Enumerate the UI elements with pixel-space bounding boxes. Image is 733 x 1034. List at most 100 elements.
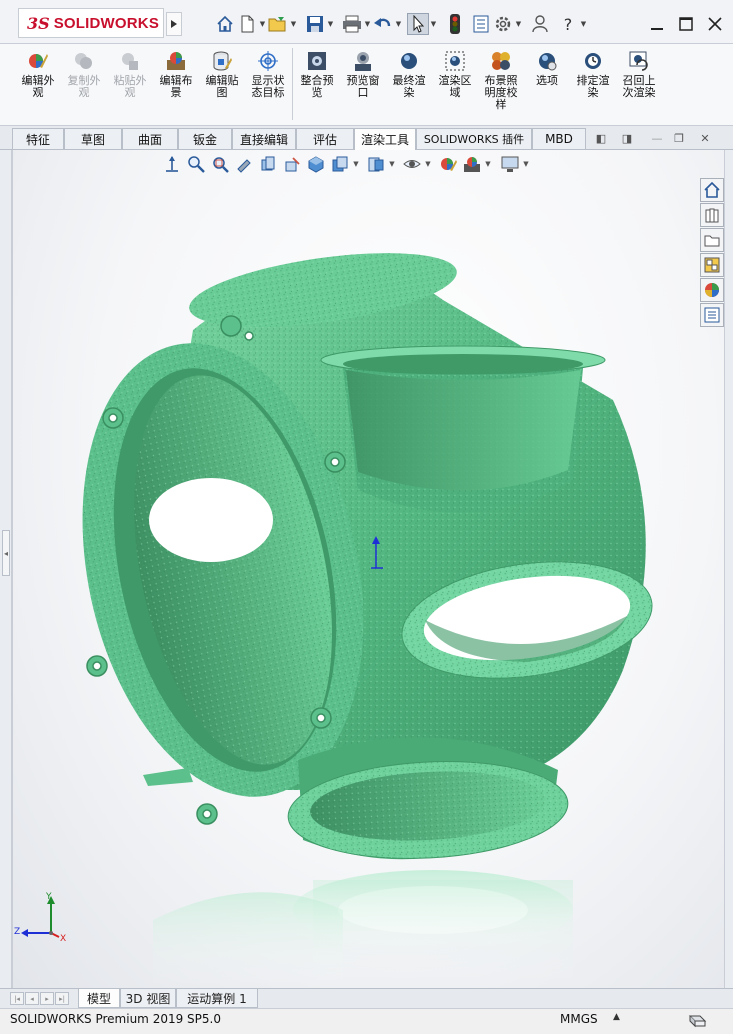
first-tab-icon[interactable]: |◂ [10, 992, 24, 1005]
open-file-icon[interactable] [267, 13, 289, 35]
integrated-preview-button[interactable]: 整合预 览 [295, 50, 339, 99]
zoom-to-fit-icon[interactable] [184, 153, 208, 175]
display-style-dropdown-icon[interactable]: ▼ [352, 160, 360, 168]
view-settings-dropdown-icon[interactable]: ▼ [522, 160, 530, 168]
select-pointer-icon[interactable] [407, 13, 429, 35]
design-library-icon[interactable] [700, 203, 724, 227]
tab-sheet-metal[interactable]: 钣金 [178, 128, 232, 149]
options-button[interactable]: 选项 [525, 50, 569, 87]
viewport-minimize-icon[interactable]: — [648, 130, 666, 146]
command-manager: 编辑外 观 复制外 观 粘贴外 观 编辑布 景 编辑贴 图 显示状 态目标 整合… [0, 44, 733, 126]
command-label: 编辑贴 图 [205, 74, 239, 99]
save-dropdown-icon[interactable]: ▼ [326, 13, 335, 35]
tab-mbd[interactable]: MBD [532, 128, 586, 149]
edit-appearance-button[interactable]: 编辑外 观 [16, 50, 60, 99]
viewport-close-icon[interactable]: ✕ [696, 130, 714, 146]
undo-icon[interactable] [372, 13, 394, 35]
display-state-target-button[interactable]: 显示状 态目标 [246, 50, 290, 99]
open-dropdown-icon[interactable]: ▼ [289, 13, 298, 35]
paste-appearance-icon [122, 53, 138, 70]
prev-tab-icon[interactable]: ◂ [25, 992, 39, 1005]
quick-access-toolbar: ▼ ▼ ▼ ▼ ▼ ▼ ▼ ? ▼ [214, 12, 588, 36]
help-dropdown-icon[interactable]: ▼ [579, 13, 588, 35]
new-document-icon[interactable] [236, 13, 258, 35]
command-label: 渲染区 域 [438, 74, 472, 99]
close-icon[interactable] [702, 12, 728, 36]
tab-direct-editing[interactable]: 直接编辑 [232, 128, 296, 149]
scene-illumination-proof-button[interactable]: 布景照 明度校 样 [479, 50, 523, 111]
zoom-to-area-icon[interactable] [208, 153, 232, 175]
final-render-button[interactable]: 最终渲 染 [387, 50, 431, 99]
schedule-render-button[interactable]: 排定渲 染 [571, 50, 615, 99]
unit-system-dropdown-icon[interactable]: ▲ [613, 1012, 620, 1022]
pipe-fitting-model[interactable] [13, 150, 725, 988]
previous-view-icon[interactable] [232, 153, 256, 175]
select-dropdown-icon[interactable]: ▼ [429, 13, 438, 35]
tab-scroll-left-icon[interactable]: ◧ [592, 130, 610, 146]
new-dropdown-icon[interactable]: ▼ [258, 13, 267, 35]
edit-scene-button[interactable]: 编辑布 景 [154, 50, 198, 99]
appearances-scenes-icon[interactable] [700, 278, 724, 302]
view-orientation-cube-icon[interactable] [304, 153, 328, 175]
graphics-area[interactable]: Y Z X [12, 150, 725, 988]
tab-solidworks-addins[interactable]: SOLIDWORKS 插件 [416, 128, 532, 149]
view-settings-icon[interactable] [498, 153, 522, 175]
hide-show-items-icon[interactable] [364, 153, 388, 175]
tab-sketch[interactable]: 草图 [64, 128, 122, 149]
render-region-button[interactable]: 渲染区 域 [433, 50, 477, 99]
hide-show-dropdown-icon[interactable]: ▼ [388, 160, 396, 168]
viewport-restore-icon[interactable]: ❐ [670, 130, 688, 146]
options-icon [539, 53, 557, 71]
copy-appearance-button[interactable]: 复制外 观 [62, 50, 106, 99]
view-palette-icon[interactable] [700, 253, 724, 277]
help-icon[interactable]: ? [557, 13, 579, 35]
expand-menu-arrow-icon[interactable] [166, 12, 182, 36]
rebuild-traffic-light-icon[interactable] [444, 13, 466, 35]
apply-scene-dropdown-icon[interactable]: ▼ [484, 160, 492, 168]
view-eye-dropdown-icon[interactable]: ▼ [424, 160, 432, 168]
home-icon[interactable] [214, 13, 236, 35]
tab-surfaces[interactable]: 曲面 [122, 128, 178, 149]
unit-system[interactable]: MMGS [560, 1012, 598, 1026]
display-style-icon[interactable] [328, 153, 352, 175]
apply-scene-icon[interactable] [460, 153, 484, 175]
edit-decal-button[interactable]: 编辑贴 图 [200, 50, 244, 99]
save-icon[interactable] [304, 13, 326, 35]
print-dropdown-icon[interactable]: ▼ [363, 13, 372, 35]
view-orientation-icon[interactable] [160, 153, 184, 175]
solidworks-logo[interactable]: 3S SOLIDWORKS [18, 8, 164, 38]
solidworks-resources-icon[interactable] [700, 178, 724, 202]
maximize-icon[interactable] [673, 12, 699, 36]
edit-appearance-icon [29, 54, 48, 68]
dynamic-annotation-icon[interactable] [280, 153, 304, 175]
file-explorer-icon[interactable] [700, 228, 724, 252]
custom-properties-icon[interactable] [700, 303, 724, 327]
title-bar: 3S SOLIDWORKS ▼ ▼ ▼ ▼ ▼ ▼ ▼ ? ▼ [0, 0, 733, 44]
options-dropdown-icon[interactable]: ▼ [514, 13, 523, 35]
tab-evaluate[interactable]: 评估 [296, 128, 354, 149]
tab-scroll-right-icon[interactable]: ◨ [618, 130, 636, 146]
undo-dropdown-icon[interactable]: ▼ [394, 13, 403, 35]
tab-render-tools[interactable]: 渲染工具 [354, 128, 416, 150]
print-icon[interactable] [341, 13, 363, 35]
tab-features[interactable]: 特征 [12, 128, 64, 149]
tab-motion-study[interactable]: 运动算例 1 [176, 989, 258, 1008]
last-tab-icon[interactable]: ▸| [55, 992, 69, 1005]
preview-window-button[interactable]: 预览窗 口 [341, 50, 385, 99]
paste-appearance-button[interactable]: 粘贴外 观 [108, 50, 152, 99]
triad-z-label: Z [14, 927, 21, 937]
options-gear-icon[interactable] [492, 13, 514, 35]
minimize-icon[interactable] [644, 12, 670, 36]
tab-3d-views[interactable]: 3D 视图 [120, 989, 176, 1008]
next-tab-icon[interactable]: ▸ [40, 992, 54, 1005]
final-render-icon [401, 53, 417, 69]
section-view-icon[interactable] [256, 153, 280, 175]
panel-expand-handle-icon[interactable]: ◂ [2, 530, 10, 576]
file-properties-icon[interactable] [470, 13, 492, 35]
view-eye-icon[interactable] [400, 153, 424, 175]
edit-appearance-hud-icon[interactable] [436, 153, 460, 175]
recall-last-render-button[interactable]: 召回上 次渲染 [617, 50, 661, 99]
user-icon[interactable] [529, 13, 551, 35]
tab-model[interactable]: 模型 [78, 989, 120, 1008]
rebuild-status-icon[interactable] [688, 1012, 708, 1028]
